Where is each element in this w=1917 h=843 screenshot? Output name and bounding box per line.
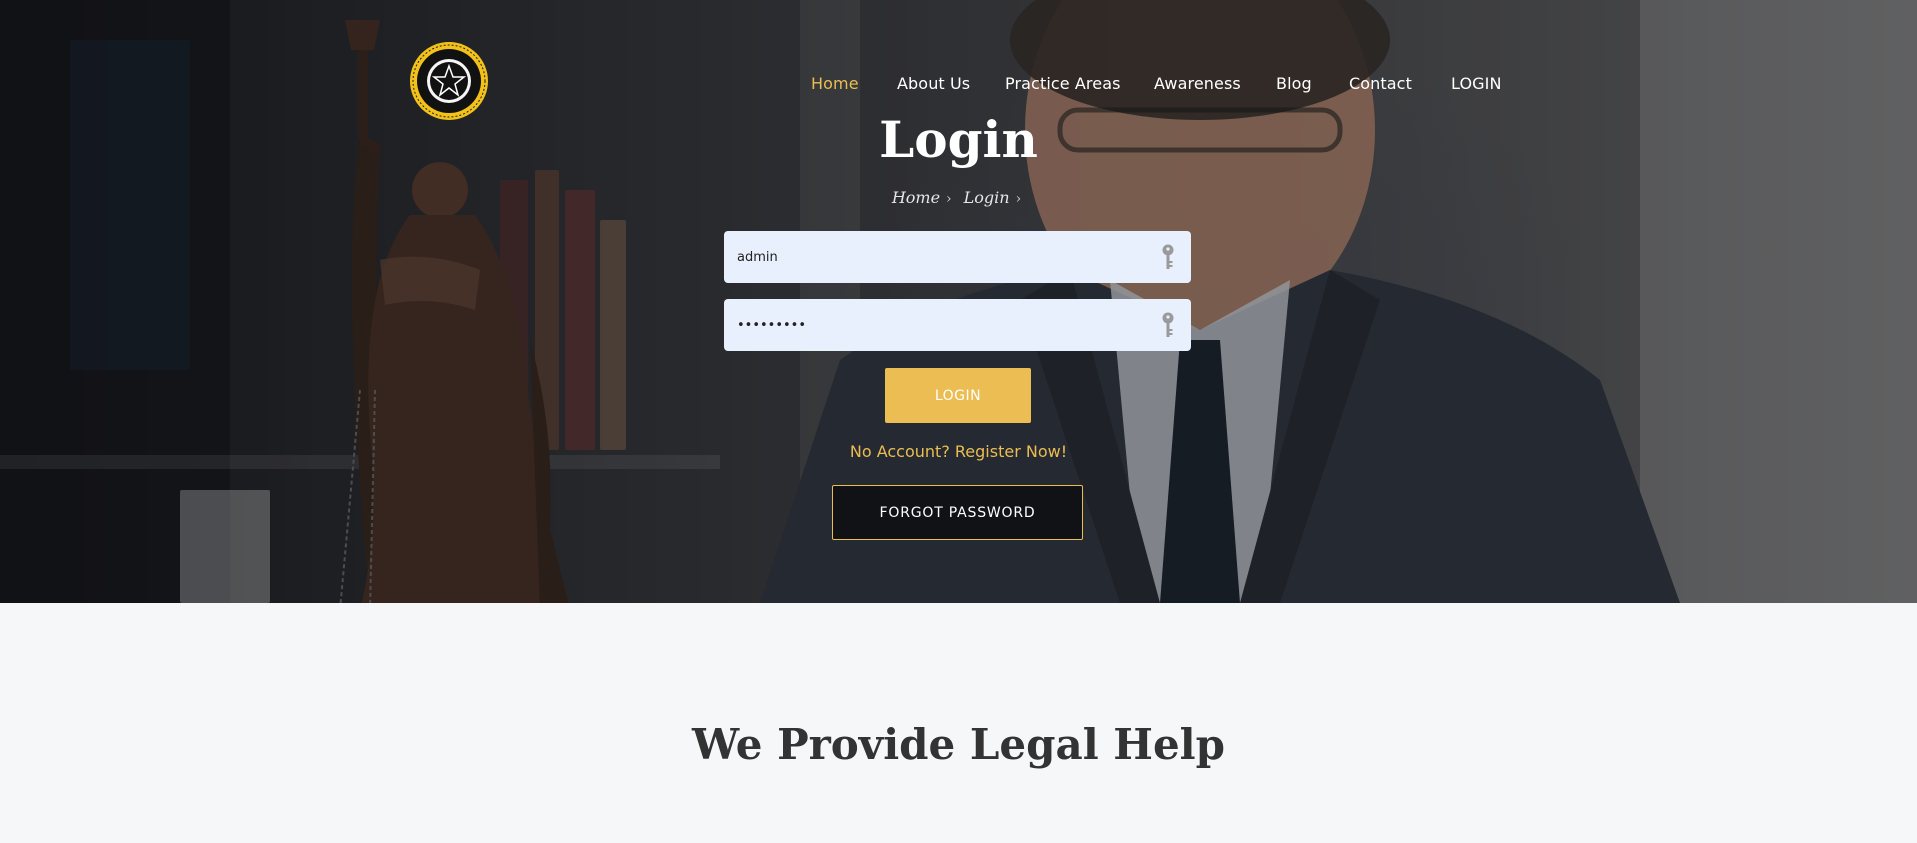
login-button[interactable]: LOGIN <box>885 368 1031 423</box>
key-icon <box>1162 244 1174 269</box>
register-link[interactable]: No Account? Register Now! <box>0 442 1917 461</box>
nav-login[interactable]: LOGIN <box>1451 74 1502 93</box>
page-title: Login <box>879 110 1038 169</box>
nav-practice-areas[interactable]: Practice Areas <box>1005 74 1121 93</box>
password-field <box>724 299 1191 351</box>
breadcrumb: Home › Login › <box>0 188 1917 207</box>
nav-blog[interactable]: Blog <box>1276 74 1312 93</box>
chevron-right-icon: › <box>1015 191 1022 207</box>
main-nav: Home About Us Practice Areas Awareness B… <box>0 74 1917 98</box>
nav-about-us[interactable]: About Us <box>897 74 970 93</box>
breadcrumb-home[interactable]: Home <box>892 188 940 207</box>
nav-home[interactable]: Home <box>811 74 859 93</box>
username-field <box>724 231 1191 283</box>
breadcrumb-login: Login <box>963 188 1010 207</box>
nav-contact[interactable]: Contact <box>1349 74 1412 93</box>
section-title: We Provide Legal Help <box>691 720 1226 769</box>
username-input[interactable] <box>737 231 1137 283</box>
key-icon <box>1162 312 1174 337</box>
nav-awareness[interactable]: Awareness <box>1154 74 1241 93</box>
password-input[interactable] <box>737 299 1137 351</box>
forgot-password-button[interactable]: FORGOT PASSWORD <box>832 485 1083 540</box>
chevron-right-icon: › <box>946 191 952 207</box>
